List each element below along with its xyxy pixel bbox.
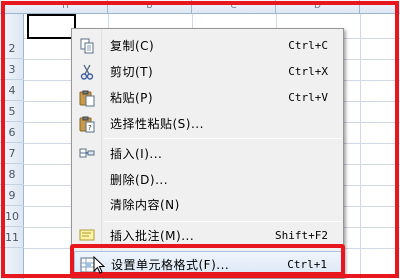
row-header[interactable]: 7 xyxy=(0,143,24,164)
menu-item-label: 清除内容(N) xyxy=(110,198,180,212)
row-header-column: 2 3 4 5 6 7 8 9 10 11 xyxy=(0,14,24,279)
row-header[interactable]: 5 xyxy=(0,101,24,122)
menu-item-clear-contents[interactable]: 清除内容(N) xyxy=(74,192,342,218)
active-cell[interactable] xyxy=(27,14,76,39)
menu-item-label: 插入(I)... xyxy=(110,147,163,161)
mouse-cursor-icon xyxy=(93,256,105,274)
insert-cells-icon xyxy=(78,145,96,163)
column-header-d[interactable]: D xyxy=(276,0,360,14)
column-header-row: H B C D xyxy=(0,0,400,14)
menu-item-shortcut: Ctrl+1 xyxy=(287,258,327,271)
menu-item-shortcut: Ctrl+X xyxy=(288,65,328,78)
row-header[interactable]: 11 xyxy=(0,227,24,248)
menu-item-shortcut: Ctrl+C xyxy=(288,39,328,52)
menu-item-cut[interactable]: 剪切(T) Ctrl+X xyxy=(74,59,342,85)
grid-line xyxy=(360,14,361,279)
row-header[interactable]: 8 xyxy=(0,164,24,185)
menu-item-format-cells[interactable]: 设置单元格格式(F)... Ctrl+1 xyxy=(74,251,342,277)
scissors-icon xyxy=(78,63,96,81)
menu-item-insert-comment[interactable]: 插入批注(M)... Shift+F2 xyxy=(74,223,342,249)
menu-item-copy[interactable]: 复制(C) Ctrl+C xyxy=(74,33,342,59)
column-header-h[interactable]: H xyxy=(24,0,108,14)
menu-item-insert[interactable]: 插入(I)... xyxy=(74,141,342,167)
menu-item-label: 插入批注(M)... xyxy=(110,229,195,243)
context-menu: 复制(C) Ctrl+C 剪切(T) Ctrl+X 粘贴(P) Ctrl+V ?… xyxy=(71,28,344,279)
comment-icon xyxy=(78,227,96,245)
paste-special-icon: ? xyxy=(78,115,96,133)
menu-item-paste[interactable]: 粘贴(P) Ctrl+V xyxy=(74,85,342,111)
menu-item-label: 粘贴(P) xyxy=(110,91,154,105)
menu-item-shortcut: Shift+F2 xyxy=(275,229,328,242)
row-header[interactable]: 2 xyxy=(0,38,24,59)
menu-item-shortcut: Ctrl+V xyxy=(288,91,328,104)
row-header[interactable]: 9 xyxy=(0,185,24,206)
menu-separator xyxy=(104,221,342,222)
menu-item-label: 删除(D)... xyxy=(110,173,169,187)
copy-icon xyxy=(78,37,96,55)
menu-separator xyxy=(104,138,342,139)
menu-item-delete[interactable]: 删除(D)... xyxy=(74,167,342,193)
menu-item-label: 选择性粘贴(S)... xyxy=(110,117,204,131)
menu-item-label: 复制(C) xyxy=(110,39,155,53)
svg-text:?: ? xyxy=(88,124,92,132)
row-header[interactable]: 4 xyxy=(0,80,24,101)
row-header[interactable]: 10 xyxy=(0,206,24,227)
menu-item-label: 剪切(T) xyxy=(110,65,154,79)
menu-item-label: 设置单元格格式(F)... xyxy=(111,258,230,272)
row-header[interactable]: 6 xyxy=(0,122,24,143)
paste-icon xyxy=(78,89,96,107)
column-header-b[interactable]: B xyxy=(108,0,192,14)
menu-item-paste-special[interactable]: ? 选择性粘贴(S)... xyxy=(74,111,342,137)
column-header-c[interactable]: C xyxy=(192,0,276,14)
row-header[interactable]: 3 xyxy=(0,59,24,80)
